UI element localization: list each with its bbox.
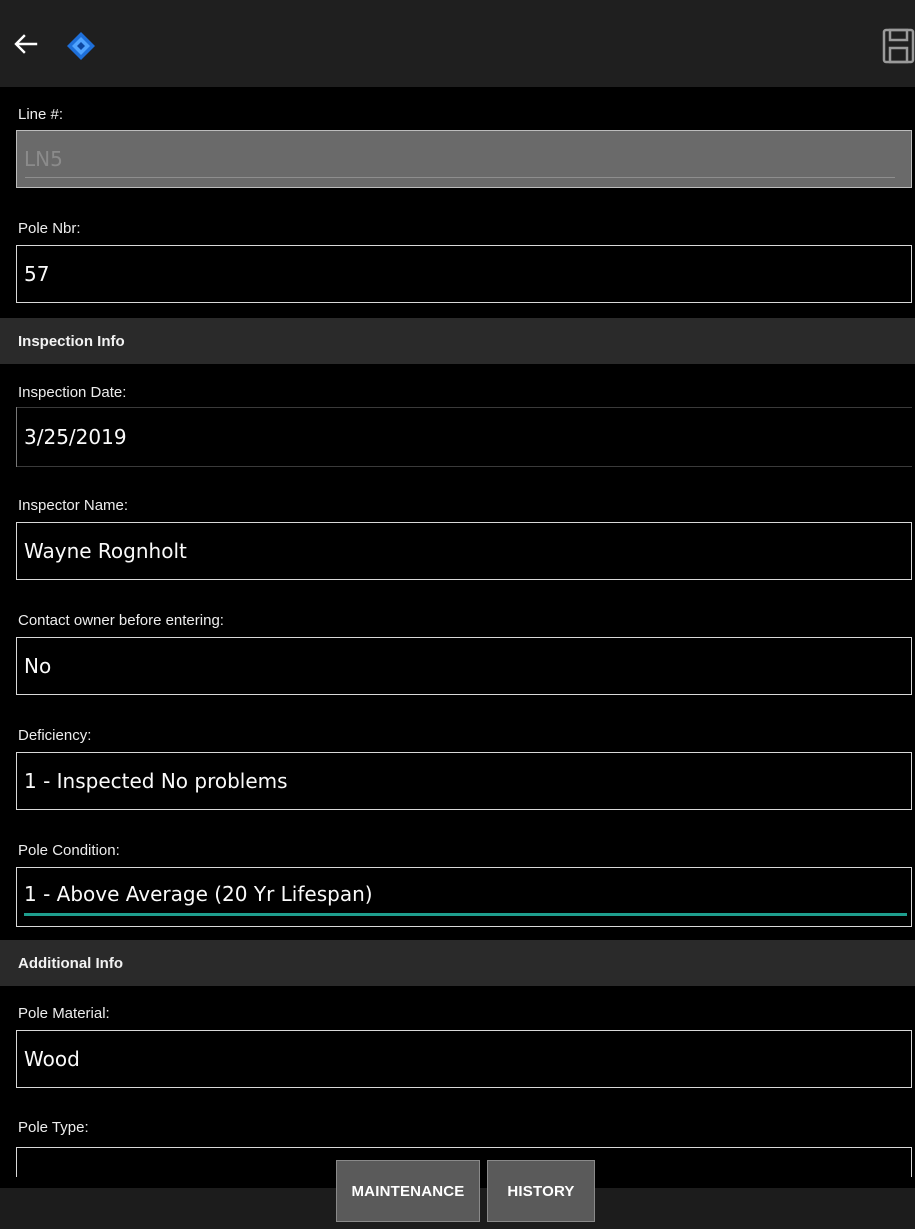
save-button[interactable] [882,28,915,64]
pole-condition-select[interactable]: 1 - Above Average (20 Yr Lifespan) [16,867,912,927]
history-button[interactable]: HISTORY [487,1160,595,1222]
deficiency-label: Deficiency: [18,727,92,744]
contact-owner-label: Contact owner before entering: [18,612,224,629]
floppy-save-icon [882,28,915,64]
inspector-name-input[interactable]: Wayne Rognholt [16,522,912,580]
additional-info-header: Additional Info [0,940,915,986]
contact-owner-select[interactable]: No [16,637,912,695]
line-field: LN5 [16,130,912,188]
pole-material-input[interactable]: Wood [16,1030,912,1088]
inspection-date-label: Inspection Date: [18,384,127,401]
deficiency-select[interactable]: 1 - Inspected No problems [16,752,912,810]
app-logo-icon [66,31,96,61]
pole-material-label: Pole Material: [18,1005,110,1022]
inspection-info-header: Inspection Info [0,318,915,364]
back-button[interactable] [12,30,40,58]
line-label: Line #: [18,106,64,123]
inspector-name-label: Inspector Name: [18,497,129,514]
maintenance-button[interactable]: MAINTENANCE [336,1160,480,1222]
app-bar [0,0,915,87]
pole-nbr-input[interactable]: 57 [16,245,912,303]
pole-condition-label: Pole Condition: [18,842,120,859]
pole-nbr-label: Pole Nbr: [18,220,81,237]
arrow-left-icon [14,34,38,54]
pole-type-label: Pole Type: [18,1119,89,1136]
inspection-date-picker[interactable]: 3/25/2019 [16,407,912,467]
